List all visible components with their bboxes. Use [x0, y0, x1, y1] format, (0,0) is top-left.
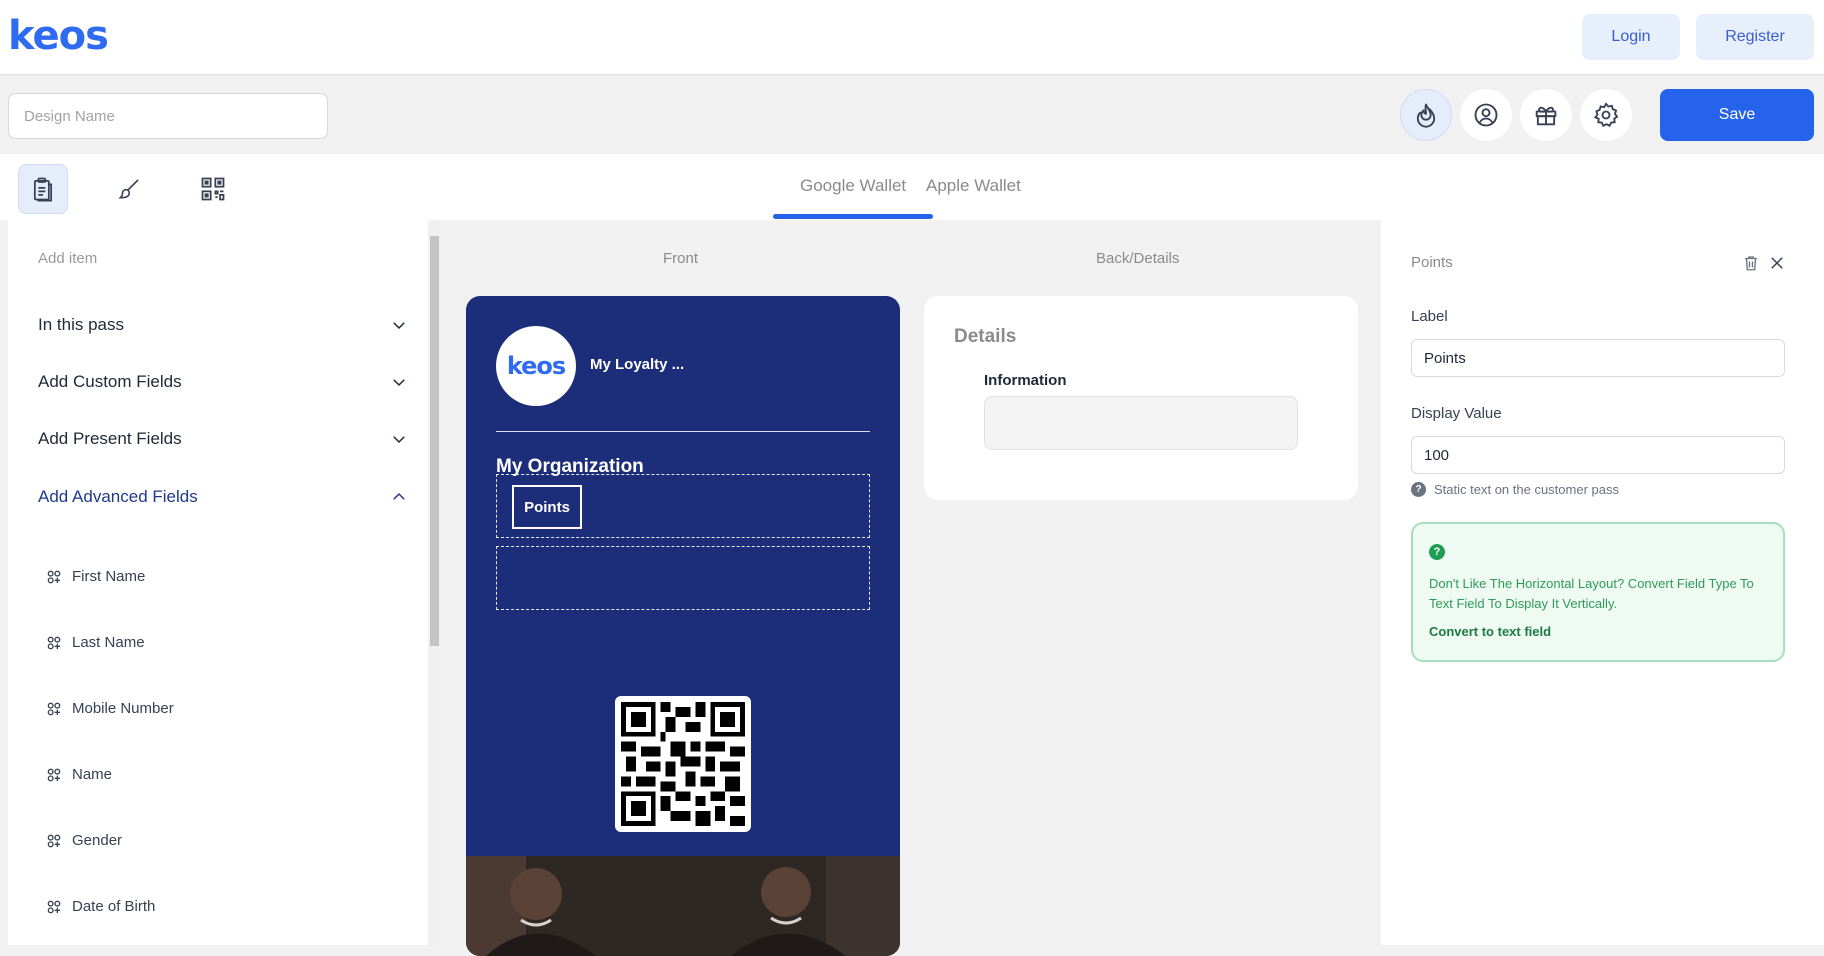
- gear-icon-button[interactable]: [1580, 89, 1632, 141]
- gift-icon-button[interactable]: [1520, 89, 1572, 141]
- close-icon: [1771, 257, 1783, 269]
- field-add-icon: [47, 570, 61, 583]
- pass-qr-code: [615, 696, 751, 832]
- field-label: Mobile Number: [72, 700, 174, 717]
- information-label: Information: [984, 372, 1067, 389]
- user-circle-icon: [1474, 103, 1498, 127]
- field-add-icon: [47, 768, 61, 781]
- close-panel-button[interactable]: [1766, 252, 1788, 274]
- help-icon: ?: [1411, 482, 1426, 497]
- active-tab-indicator: [773, 214, 933, 219]
- add-item-panel: Add item In this pass Add Custom Fields …: [8, 220, 428, 945]
- hero-photo: [466, 856, 900, 956]
- clipboard-icon: [33, 177, 53, 202]
- chevron-down-icon: [393, 436, 405, 444]
- back-label: Back/Details: [1096, 250, 1180, 267]
- section-add-advanced-fields[interactable]: Add Advanced Fields: [38, 482, 408, 512]
- layout-tip-box: ? Don't Like The Horizontal Layout? Conv…: [1411, 522, 1785, 662]
- keos-logo[interactable]: keos: [8, 16, 109, 56]
- user-circle-icon-button[interactable]: [1460, 89, 1512, 141]
- tab-google-wallet[interactable]: Google Wallet: [800, 176, 906, 196]
- trash-icon: [1745, 256, 1757, 271]
- chevron-up-icon: [393, 492, 405, 500]
- flame-icon: [1416, 103, 1436, 128]
- field-label: Name: [72, 766, 113, 783]
- hint-text: Static text on the customer pass: [1434, 482, 1619, 497]
- field-add-icon: [47, 900, 61, 913]
- tab-apple-wallet[interactable]: Apple Wallet: [926, 176, 1021, 196]
- display-value-input[interactable]: [1411, 436, 1785, 474]
- properties-title: Points: [1411, 254, 1453, 271]
- add-item-heading: Add item: [38, 250, 98, 267]
- field-label: Date of Birth: [72, 898, 156, 915]
- gift-icon: [1535, 106, 1557, 126]
- editor-tab-bar: Google Wallet Apple Wallet: [0, 154, 1824, 220]
- pass-preview-area: Front Back/Details keos My Loyalty ... M…: [440, 220, 1380, 956]
- points-field-chip[interactable]: Points: [512, 485, 582, 529]
- convert-to-text-field-link[interactable]: Convert to text field: [1429, 624, 1551, 639]
- front-label: Front: [663, 250, 699, 267]
- field-add-icon: [47, 636, 61, 649]
- tool-content[interactable]: [18, 164, 68, 214]
- field-last-name[interactable]: Last Name: [46, 634, 145, 651]
- pass-logo[interactable]: keos: [496, 326, 576, 406]
- field-label: First Name: [72, 568, 146, 585]
- section-label: Add Custom Fields: [38, 372, 182, 391]
- pass-program-name[interactable]: My Loyalty ...: [590, 356, 684, 373]
- pass-divider: [496, 431, 870, 432]
- field-name[interactable]: Name: [46, 766, 112, 783]
- field-label: Gender: [72, 832, 123, 849]
- field-mobile-number[interactable]: Mobile Number: [46, 700, 174, 717]
- field-date-of-birth[interactable]: Date of Birth: [46, 898, 155, 915]
- section-label: Add Advanced Fields: [38, 487, 198, 506]
- label-input[interactable]: [1411, 339, 1785, 377]
- pass-back-details[interactable]: Details Information: [924, 296, 1358, 500]
- chevron-down-icon: [393, 322, 405, 330]
- brush-icon: [118, 179, 139, 199]
- tool-barcode[interactable]: [188, 164, 238, 214]
- section-add-present-fields[interactable]: Add Present Fields: [38, 424, 408, 454]
- left-panel-scrollbar[interactable]: [428, 222, 440, 945]
- flame-icon-button[interactable]: [1400, 89, 1452, 141]
- section-label: Add Present Fields: [38, 429, 182, 448]
- field-add-icon: [47, 702, 61, 715]
- field-gender[interactable]: Gender: [46, 832, 122, 849]
- label-caption: Label: [1411, 308, 1448, 325]
- qr-icon: [201, 177, 225, 201]
- pass-field-row[interactable]: Points: [496, 474, 870, 538]
- top-bar: keos Login Register: [0, 0, 1824, 75]
- field-add-icon: [47, 834, 61, 847]
- chevron-down-icon: [393, 379, 405, 387]
- tool-design[interactable]: [104, 164, 154, 214]
- information-field[interactable]: [984, 396, 1298, 450]
- tip-message: Don't Like The Horizontal Layout? Conver…: [1429, 576, 1754, 611]
- save-button[interactable]: Save: [1660, 89, 1814, 141]
- gear-icon: [1593, 102, 1619, 127]
- help-icon: ?: [1429, 544, 1445, 560]
- design-name-input[interactable]: [8, 93, 328, 139]
- field-properties-panel: Points Label Display Value ? Static text…: [1381, 220, 1824, 945]
- section-label: In this pass: [38, 315, 124, 334]
- pass-hero-image[interactable]: [466, 856, 900, 956]
- display-value-caption: Display Value: [1411, 405, 1502, 422]
- field-first-name[interactable]: First Name: [46, 568, 145, 585]
- qr-code-graphic: [621, 702, 745, 826]
- field-label: Last Name: [72, 634, 145, 651]
- pass-front[interactable]: keos My Loyalty ... My Organization Poin…: [466, 296, 900, 956]
- delete-field-button[interactable]: [1740, 252, 1762, 274]
- section-add-custom-fields[interactable]: Add Custom Fields: [38, 367, 408, 397]
- pass-empty-field-row[interactable]: [496, 546, 870, 610]
- scrollbar-thumb[interactable]: [430, 236, 439, 646]
- register-button[interactable]: Register: [1696, 14, 1814, 60]
- details-title: Details: [954, 326, 1017, 347]
- login-button[interactable]: Login: [1582, 14, 1680, 60]
- display-value-hint: ? Static text on the customer pass: [1411, 482, 1619, 497]
- design-toolbar: Save: [0, 76, 1824, 154]
- section-in-this-pass[interactable]: In this pass: [38, 310, 408, 340]
